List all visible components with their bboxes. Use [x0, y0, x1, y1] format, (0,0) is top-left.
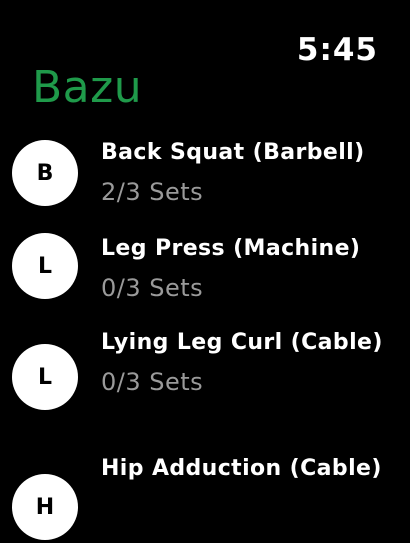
exercise-name: Leg Press (Machine): [101, 236, 361, 261]
exercise-avatar: B: [12, 140, 78, 206]
exercise-name: Lying Leg Curl (Cable): [101, 330, 383, 355]
exercise-text: Lying Leg Curl (Cable) 0/3 Sets: [101, 327, 391, 399]
app-title: Bazu: [32, 62, 143, 113]
exercise-item-lying-leg-curl[interactable]: L Lying Leg Curl (Cable) 0/3 Sets: [0, 327, 410, 453]
exercise-text: Hip Adduction (Cable): [101, 453, 391, 491]
exercise-text: Leg Press (Machine) 0/3 Sets: [101, 233, 391, 305]
exercise-item-back-squat[interactable]: B Back Squat (Barbell) 2/3 Sets: [0, 137, 410, 233]
exercise-item-hip-adduction[interactable]: H Hip Adduction (Cable): [0, 453, 410, 543]
exercise-avatar: L: [12, 344, 78, 410]
exercise-name: Back Squat (Barbell): [101, 140, 365, 165]
exercise-avatar: L: [12, 233, 78, 299]
exercise-sets: 0/3 Sets: [101, 368, 204, 396]
exercise-item-leg-press[interactable]: L Leg Press (Machine) 0/3 Sets: [0, 233, 410, 327]
status-time: 5:45: [296, 32, 378, 68]
exercise-sets: 0/3 Sets: [101, 274, 204, 302]
exercise-sets: 2/3 Sets: [101, 178, 204, 206]
exercise-name: Hip Adduction (Cable): [101, 456, 382, 481]
exercise-avatar: H: [12, 474, 78, 540]
exercise-text: Back Squat (Barbell) 2/3 Sets: [101, 137, 391, 209]
exercise-list: B Back Squat (Barbell) 2/3 Sets L Leg Pr…: [0, 137, 410, 543]
